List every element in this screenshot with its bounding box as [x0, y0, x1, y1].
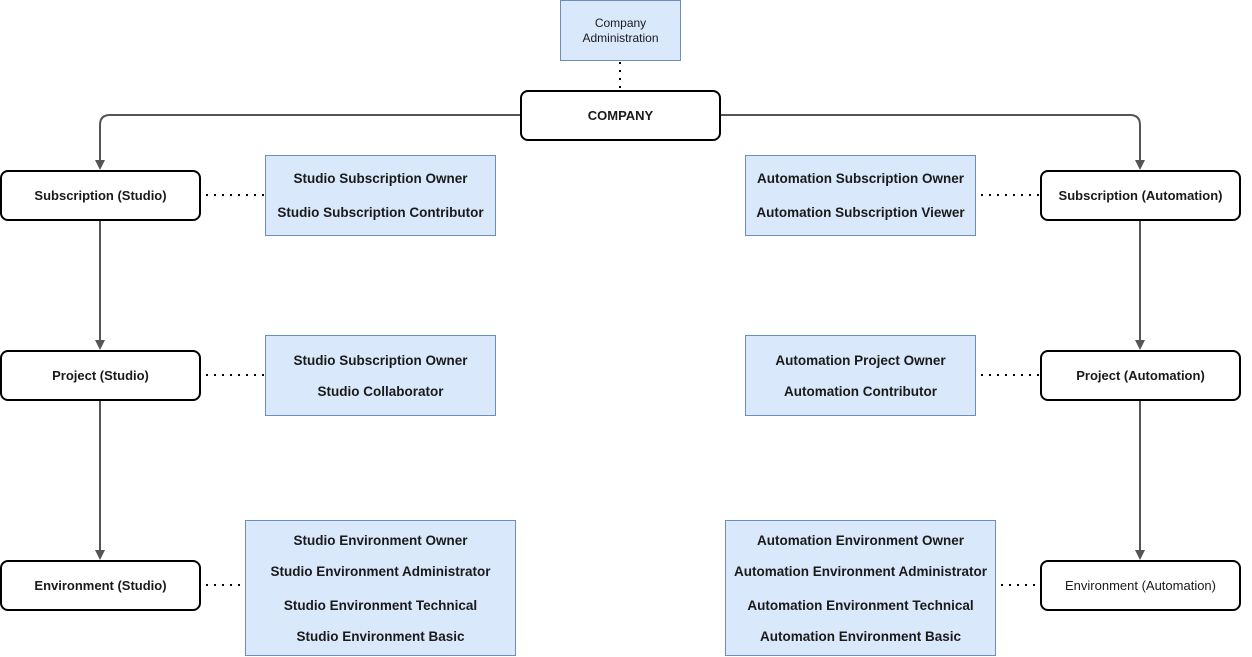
automation-subscription-node: Subscription (Automation): [1040, 170, 1241, 221]
arrow-head: [95, 340, 105, 350]
role-item: Studio Subscription Owner: [293, 353, 468, 368]
role-item: Studio Environment Basic: [296, 629, 465, 644]
studio-project-node: Project (Studio): [0, 350, 201, 401]
edge-company-to-studio-subscription: [99, 114, 520, 160]
role-item: Studio Environment Administrator: [270, 564, 491, 579]
role-item: Automation Environment Administrator: [733, 564, 987, 579]
role-item: Automation Subscription Viewer: [756, 205, 965, 220]
arrow-head: [1135, 160, 1145, 170]
role-item: Studio Environment Technical: [283, 598, 478, 613]
role-item: Studio Subscription Owner: [293, 171, 468, 186]
role-item: Studio Subscription Contributor: [277, 205, 484, 220]
admin-label-line2: Administration: [582, 30, 659, 45]
role-item: Automation Environment Owner: [756, 533, 964, 548]
role-item: Automation Contributor: [784, 384, 937, 399]
role-item: Automation Environment Basic: [759, 629, 962, 644]
studio-subscription-node: Subscription (Studio): [0, 170, 201, 221]
arrow-head: [1135, 340, 1145, 350]
role-item: Automation Project Owner: [775, 353, 946, 368]
automation-environment-roles: Automation Environment Owner Automation …: [725, 520, 996, 656]
automation-subscription-roles: Automation Subscription Owner Automation…: [745, 155, 976, 236]
studio-project-roles: Studio Subscription Owner Studio Collabo…: [265, 335, 496, 416]
arrow-head: [95, 160, 105, 170]
studio-environment-roles: Studio Environment Owner Studio Environm…: [245, 520, 516, 656]
role-item: Automation Environment Technical: [747, 598, 974, 613]
automation-project-roles: Automation Project Owner Automation Cont…: [745, 335, 976, 416]
automation-project-node: Project (Automation): [1040, 350, 1241, 401]
automation-environment-node: Environment (Automation): [1040, 560, 1241, 611]
company-administration-box: Company Administration: [560, 0, 681, 61]
role-item: Automation Subscription Owner: [756, 171, 964, 186]
studio-environment-node: Environment (Studio): [0, 560, 201, 611]
admin-label-line1: Company: [594, 15, 647, 30]
role-item: Studio Collaborator: [317, 384, 444, 399]
studio-subscription-roles: Studio Subscription Owner Studio Subscri…: [265, 155, 496, 236]
arrow-head: [1135, 550, 1145, 560]
arrow-head: [95, 550, 105, 560]
role-item: Studio Environment Owner: [293, 533, 468, 548]
company-node: COMPANY: [520, 90, 721, 141]
edge-company-to-automation-subscription: [720, 114, 1141, 160]
